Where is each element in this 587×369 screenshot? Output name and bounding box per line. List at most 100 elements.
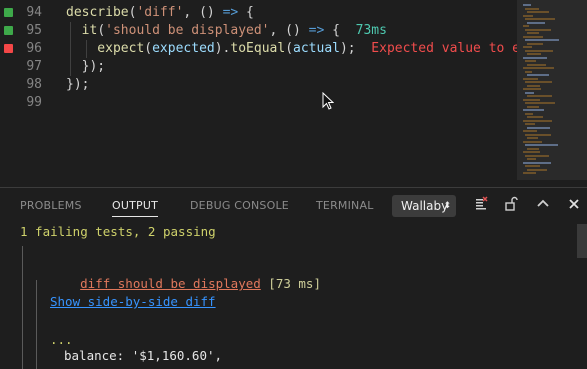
minimap-line [525,28,551,31]
code-line[interactable]: 96 expect(expected).toEqual(actual); Exp… [0,40,559,58]
minimap-line [527,84,540,87]
minimap-line [523,140,542,143]
test-summary: 1 failing tests, 2 passing [20,224,216,239]
code-token: ); [339,41,372,56]
minimap-line [527,168,547,171]
line-number: 94 [26,5,42,20]
code-token: toEqual [230,41,286,56]
minimap-line [525,18,555,20]
lock-icon[interactable] [502,196,520,214]
minimap-line [523,67,554,69]
tab-terminal[interactable]: TERMINAL [316,199,374,212]
minimap-line [527,105,539,108]
select-arrows-icon: ⬍ [443,201,451,211]
active-tab-indicator [112,216,158,217]
line-number: 98 [26,77,42,92]
output-channel-select[interactable]: Wallaby ⬍ [392,195,456,217]
code-text: }); [66,58,106,76]
minimap-line [527,116,543,118]
minimap-line [527,21,545,24]
minimap-line [527,137,538,139]
code-line[interactable]: 98}); [0,76,517,94]
minimap-line [527,74,549,76]
minimap-line [525,112,533,115]
minimap-line [527,11,549,13]
code-token: { [238,5,254,20]
minimap-line [527,158,536,160]
code-token: describe [66,5,129,20]
minimap-line [527,95,552,97]
minimap-line [527,42,543,45]
minimap-line [525,70,532,73]
output-indent-bar [36,316,37,369]
indent-guide [70,22,71,76]
minimap-line [525,144,558,146]
minimap-line [525,102,555,104]
minimap-line [523,35,543,38]
minimap-line [523,161,551,164]
code-token: ( [97,23,106,38]
code-text: expect(expected).toEqual(actual); Expect… [66,40,559,58]
close-icon[interactable] [565,196,583,214]
code-token: 'should be displayed' [105,23,270,38]
minimap-line [523,130,537,132]
output-content: 1 failing tests, 2 passing diff should b… [0,224,587,369]
minimap-line [523,56,547,59]
tab-debug-console[interactable]: DEBUG CONSOLE [190,199,289,212]
failing-test-link[interactable]: diff should be displayed [80,276,261,291]
code-line[interactable]: 95 it('should be displayed', () => { 73m… [0,22,517,40]
line-number: 99 [26,95,42,110]
code-token: { [324,23,356,38]
tab-output[interactable]: OUTPUT [112,199,158,212]
test-failed-marker [4,44,13,53]
line-number: 96 [26,41,42,56]
minimap-line [525,49,553,52]
line-number: 97 [26,59,42,74]
line-number: 95 [26,23,42,38]
minimap-line [523,98,540,101]
minimap[interactable] [517,0,587,187]
minimap-line [525,7,539,10]
diff-ellipsis: ... [50,332,73,347]
mouse-pointer-icon [322,92,334,110]
minimap-line [523,46,532,48]
code-text: describe('diff', () => { [66,4,254,22]
test-duration: [73 ms] [260,276,321,291]
minimap-line [525,154,549,157]
code-token: , () [269,23,309,38]
code-token: }); [66,59,106,74]
tab-problems[interactable]: PROBLEMS [20,199,82,212]
chevron-up-icon[interactable] [534,196,552,214]
minimap-line [527,63,546,66]
minimap-line [527,126,550,129]
diff-balance-line: balance: '$1,160.60', [64,348,223,363]
minimap-line [523,77,538,80]
minimap-line [525,91,534,94]
code-token: => [308,23,325,38]
code-editor[interactable]: 94 describe('diff', () => {95 it('should … [0,0,587,187]
minimap-line [527,53,541,55]
code-token: , () [183,5,223,20]
code-line[interactable]: 99 [0,94,517,112]
indent-guide [86,40,87,58]
minimap-line [525,133,551,136]
minimap-line [523,119,552,122]
minimap-line [525,60,536,62]
minimap-line [523,88,541,90]
minimap-line [523,172,536,174]
minimap-line [523,151,540,153]
code-token: 'diff' [136,5,184,20]
minimap-line [523,109,544,111]
bottom-panel: PROBLEMS OUTPUT DEBUG CONSOLE TERMINAL W… [0,187,587,369]
clear-output-icon[interactable] [472,196,490,214]
side-by-side-diff-link[interactable]: Show side-by-side diff [50,294,216,309]
code-line[interactable]: 94 describe('diff', () => { [0,4,517,22]
output-channel-label: Wallaby [401,199,449,213]
code-text: }); [66,76,89,94]
minimap-line [525,39,559,41]
minimap-line [525,165,540,167]
minimap-line [523,25,529,27]
minimap-slider[interactable] [517,0,587,180]
code-token: 73ms [355,23,387,38]
code-line[interactable]: 97 }); [0,58,517,76]
